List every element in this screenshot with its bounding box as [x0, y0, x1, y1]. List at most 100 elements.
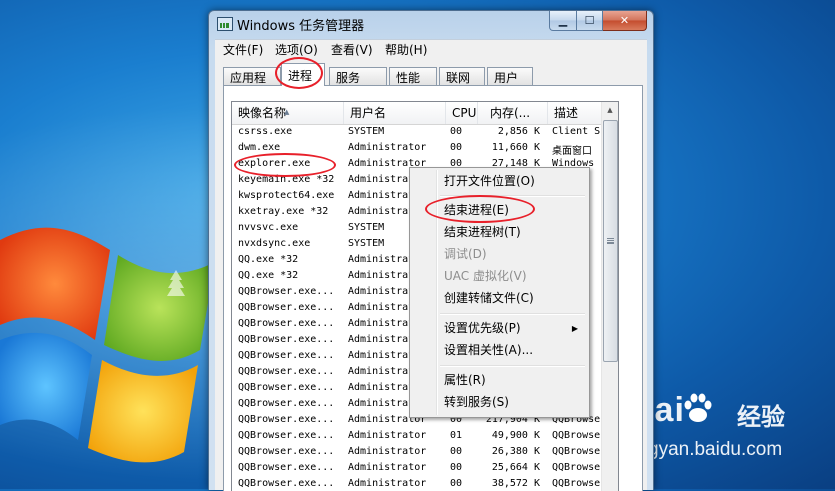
- open-location-label: 打开文件位置(O): [444, 174, 535, 188]
- cell-name: kwsprotect64.exe: [238, 190, 335, 201]
- cell-name: QQBrowser.exe...: [238, 350, 335, 361]
- cell-name: QQBrowser.exe...: [238, 382, 335, 393]
- menu-set-affinity[interactable]: 设置相关性(A)...: [413, 340, 586, 361]
- cell-cpu: 00: [450, 142, 463, 153]
- column-memory[interactable]: 内存(...: [478, 102, 548, 124]
- scroll-thumb[interactable]: [603, 120, 618, 362]
- submenu-arrow-icon: ▶: [571, 324, 578, 333]
- maximize-button[interactable]: ☐: [577, 11, 603, 31]
- goto-service-label: 转到服务(S): [444, 395, 509, 409]
- menu-separator: [440, 313, 585, 315]
- cell-name: QQBrowser.exe...: [238, 334, 335, 345]
- table-row[interactable]: csrss.exe SYSTEM 00 2,856 K Client S: [232, 125, 602, 141]
- minimize-button[interactable]: ▁: [549, 11, 577, 31]
- cell-user: Administrator: [348, 430, 427, 441]
- column-image-name-label: 映像名称: [238, 106, 287, 120]
- table-row[interactable]: QQBrowser.exe... Administrator 00 26,380 K Q…: [232, 445, 602, 461]
- cell-cpu: 00: [450, 126, 463, 137]
- grip-icon: [607, 238, 614, 244]
- cell-name: QQ.exe *32: [238, 254, 299, 265]
- menu-create-dump[interactable]: 创建转储文件(C): [413, 288, 586, 309]
- cell-name: QQBrowser.exe...: [238, 286, 335, 297]
- cell-mem: 2,856 K: [497, 126, 540, 137]
- cell-desc: Client S: [552, 126, 601, 137]
- properties-label: 属性(R): [444, 373, 486, 387]
- watermark-cn: 经验: [737, 404, 785, 431]
- affinity-label: 设置相关性(A)...: [444, 343, 534, 357]
- cell-name: QQBrowser.exe...: [238, 414, 335, 425]
- cell-cpu: 00: [450, 478, 463, 489]
- cell-mem: 49,900 K: [491, 430, 540, 441]
- menu-file[interactable]: 文件(F): [223, 41, 263, 58]
- uac-label: UAC 虚拟化(V): [444, 269, 527, 283]
- menu-view[interactable]: 查看(V): [331, 41, 373, 58]
- cell-name: QQBrowser.exe...: [238, 366, 335, 377]
- vertical-scrollbar[interactable]: ▲: [601, 102, 618, 491]
- cell-desc: QQBrowse: [552, 478, 601, 489]
- cell-name: QQBrowser.exe...: [238, 302, 335, 313]
- menu-debug: 调试(D): [413, 244, 586, 265]
- column-description[interactable]: 描述: [548, 102, 602, 124]
- cell-name: QQBrowser.exe...: [238, 446, 335, 457]
- cell-name: QQBrowser.exe...: [238, 318, 335, 329]
- window-title: Windows 任务管理器: [237, 19, 365, 34]
- column-cpu[interactable]: CPU: [446, 102, 478, 124]
- close-button[interactable]: ✕: [603, 11, 647, 31]
- column-image-name[interactable]: ▲ 映像名称: [232, 102, 344, 124]
- menu-set-priority[interactable]: 设置优先级(P) ▶: [413, 318, 586, 339]
- cell-name: csrss.exe: [238, 126, 293, 137]
- menu-options[interactable]: 选项(O): [275, 41, 318, 58]
- menu-bar: 文件(F) 选项(O) 查看(V) 帮助(H): [215, 39, 647, 60]
- cell-desc: QQBrowse: [552, 430, 601, 441]
- cell-name: QQBrowser.exe...: [238, 478, 335, 489]
- baidu-watermark: Bai 经验 jingyan.baidu.com: [629, 391, 799, 481]
- menu-help[interactable]: 帮助(H): [385, 41, 427, 58]
- highlight-circle-end-process: [425, 195, 535, 223]
- tab-services[interactable]: 服务: [329, 67, 387, 85]
- title-bar[interactable]: Windows 任务管理器 ▁ ☐ ✕: [209, 11, 653, 37]
- cell-desc: QQBrowse: [552, 462, 601, 473]
- cell-mem: 11,660 K: [491, 142, 540, 153]
- menu-go-to-service[interactable]: 转到服务(S): [413, 392, 586, 413]
- list-header: ▲ 映像名称 用户名 CPU 内存(... 描述: [232, 102, 602, 125]
- end-tree-label: 结束进程树(T): [444, 225, 521, 239]
- highlight-circle-explorer: [234, 153, 336, 177]
- table-row[interactable]: QQBrowser.exe... Administrator 01 49,900 K Q…: [232, 429, 602, 445]
- scroll-up-icon[interactable]: ▲: [602, 102, 618, 118]
- cell-mem: 25,664 K: [491, 462, 540, 473]
- cell-cpu: 00: [450, 462, 463, 473]
- sort-arrow-icon: ▲: [284, 108, 290, 116]
- task-manager-icon: [217, 17, 233, 31]
- tab-networking[interactable]: 联网: [439, 67, 485, 85]
- highlight-circle-processes-tab: [275, 57, 323, 89]
- paw-icon: [684, 393, 712, 422]
- cell-name: dwm.exe: [238, 142, 281, 153]
- windows-logo-icon: [0, 227, 215, 463]
- cell-user: Administrator: [348, 142, 427, 153]
- cell-desc: QQBrowse: [552, 446, 601, 457]
- cell-name: QQBrowser.exe...: [238, 430, 335, 441]
- table-row[interactable]: QQBrowser.exe... Administrator 00 25,664 K Q…: [232, 461, 602, 477]
- cell-name: QQ.exe *32: [238, 270, 299, 281]
- cell-cpu: 00: [450, 446, 463, 457]
- cell-user: Administrator: [348, 462, 427, 473]
- cell-desc: 桌面窗口: [552, 146, 592, 157]
- menu-uac-virtualization: UAC 虚拟化(V): [413, 266, 586, 287]
- tab-users[interactable]: 用户: [487, 67, 533, 85]
- cell-user: Administrator: [348, 446, 427, 457]
- dump-label: 创建转储文件(C): [444, 291, 534, 305]
- cell-name: nvvsvc.exe: [238, 222, 299, 233]
- column-user[interactable]: 用户名: [344, 102, 446, 124]
- cell-mem: 38,572 K: [491, 478, 540, 489]
- tab-applications[interactable]: 应用程序: [223, 67, 281, 102]
- cell-mem: 26,380 K: [491, 446, 540, 457]
- cell-user: SYSTEM: [348, 126, 385, 137]
- cell-name: QQBrowser.exe...: [238, 398, 335, 409]
- caption-buttons: ▁ ☐ ✕: [549, 11, 647, 31]
- menu-open-file-location[interactable]: 打开文件位置(O): [413, 171, 586, 192]
- menu-properties[interactable]: 属性(R): [413, 370, 586, 391]
- cell-user: Administrator: [348, 478, 427, 489]
- menu-end-process-tree[interactable]: 结束进程树(T): [413, 222, 586, 243]
- tab-performance[interactable]: 性能: [389, 67, 437, 85]
- priority-label: 设置优先级(P): [444, 321, 521, 335]
